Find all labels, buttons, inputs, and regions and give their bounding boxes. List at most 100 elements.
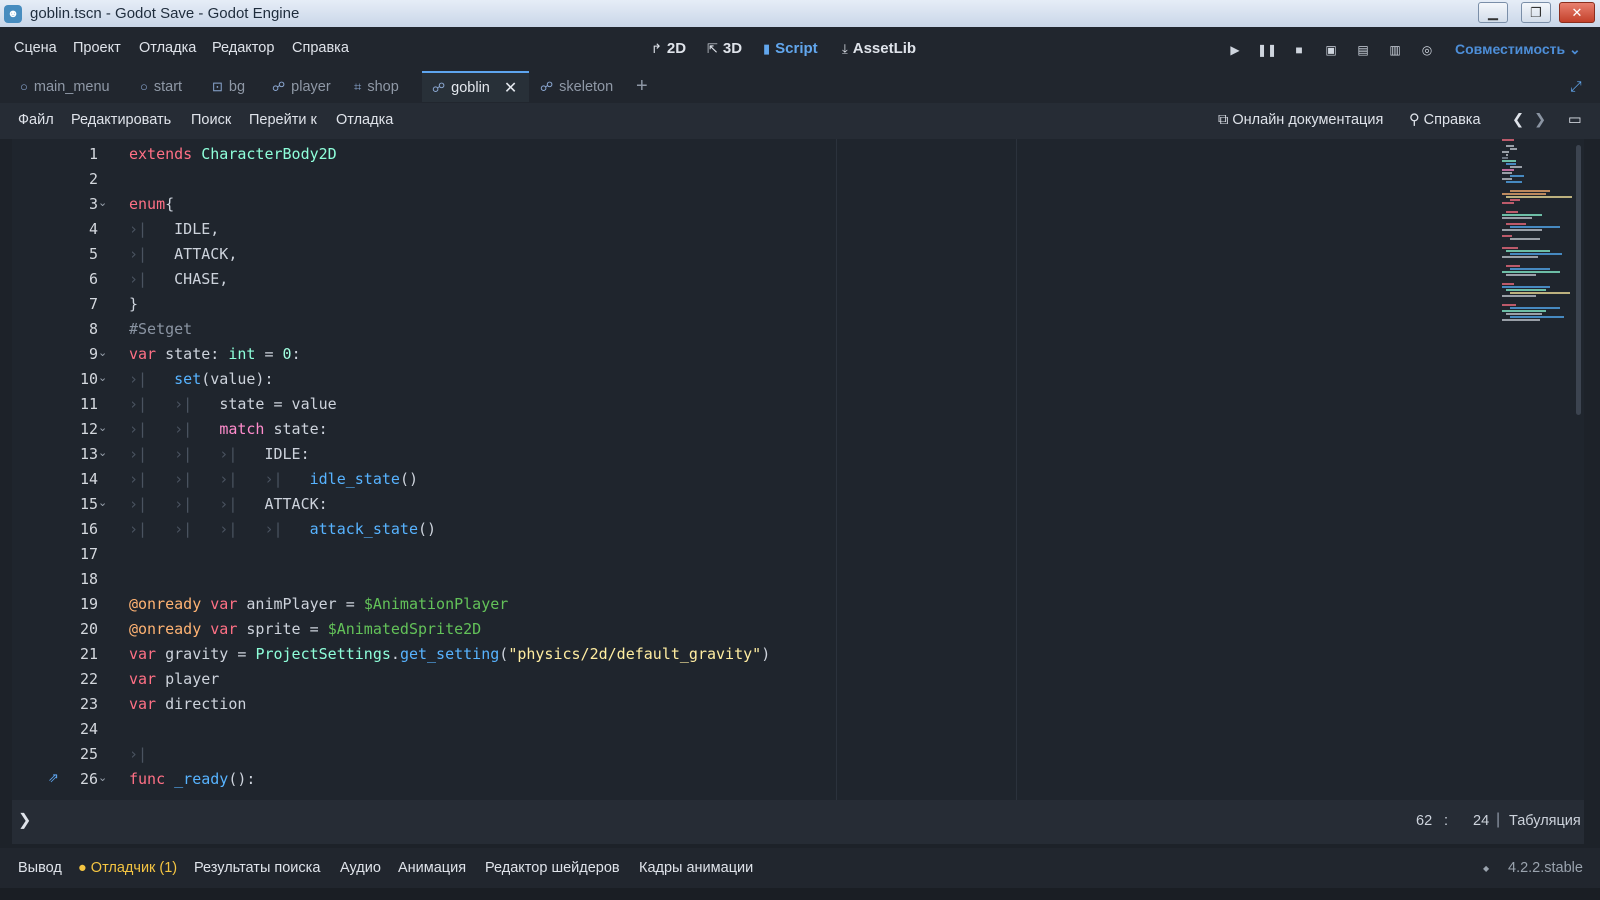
maximize-button[interactable]: ❐ bbox=[1521, 2, 1551, 23]
renderer-selector[interactable]: Совместимость ⌄ bbox=[1455, 41, 1581, 58]
dock-animation[interactable]: Анимация bbox=[398, 860, 466, 876]
make-floating-icon[interactable]: ▭ bbox=[1568, 112, 1582, 128]
dock-search-results[interactable]: Результаты поиска bbox=[194, 860, 320, 876]
code-line-16: ›| ›| ›| ›| attack_state() bbox=[129, 520, 437, 538]
close-window-button[interactable]: ✕ bbox=[1559, 2, 1595, 23]
gutter-line-22: 22 bbox=[12, 667, 122, 692]
online-docs-button[interactable]: ⧉ Онлайн документация bbox=[1218, 112, 1383, 128]
node-circle-icon: ○ bbox=[140, 79, 148, 94]
line-number: 4 bbox=[88, 220, 98, 238]
line-number: 24 bbox=[79, 720, 98, 738]
dock-sprite-frames[interactable]: Кадры анимации bbox=[639, 860, 753, 876]
code-editor[interactable]: 1 2 3 ⌄ 4 5 6 7 8 9 ⌄ 10 ⌄ 11 12 ⌄ 13 ⌄ 14 15 ⌄ 16 17 18 19 20 21 2… bbox=[12, 139, 1584, 800]
tab-goblin[interactable]: ☍ goblin ✕ bbox=[422, 71, 529, 102]
minimap-stroke bbox=[1506, 211, 1518, 213]
script-menu-edit[interactable]: Редактировать bbox=[71, 112, 171, 128]
editor-scrollbar[interactable] bbox=[1576, 145, 1581, 415]
fold-arrow-icon[interactable]: ⌄ bbox=[98, 196, 107, 209]
code-line-14: ›| ›| ›| ›| idle_state() bbox=[129, 470, 418, 488]
gutter-line-18: 18 bbox=[12, 567, 122, 592]
tab-skeleton[interactable]: ☍ skeleton bbox=[540, 71, 613, 102]
gutter-line-16: 16 bbox=[12, 517, 122, 542]
menu-help[interactable]: Справка bbox=[292, 40, 349, 56]
main-menubar: Сцена Проект Отладка Редактор Справка ↱ 2… bbox=[0, 27, 1600, 71]
script-menu-file[interactable]: Файл bbox=[18, 112, 54, 128]
menu-debug[interactable]: Отладка bbox=[139, 40, 196, 56]
minimap-stroke bbox=[1502, 295, 1536, 297]
dock-output[interactable]: Вывод bbox=[18, 860, 62, 876]
minimap-stroke bbox=[1506, 196, 1572, 198]
fold-arrow-icon[interactable]: ⌄ bbox=[98, 496, 107, 509]
tab-player[interactable]: ☍ player bbox=[272, 71, 331, 102]
minimize-button[interactable]: ▁ bbox=[1478, 2, 1508, 23]
menu-editor[interactable]: Редактор bbox=[212, 40, 274, 56]
engine-version: 4.2.2.stable bbox=[1508, 860, 1583, 876]
minimap-stroke bbox=[1506, 154, 1508, 156]
minimap-stroke bbox=[1502, 157, 1508, 159]
fold-arrow-icon[interactable]: ⌄ bbox=[98, 446, 107, 459]
mode-3d-button[interactable]: ⇱ 3D bbox=[707, 40, 742, 57]
minimap-stroke bbox=[1502, 304, 1516, 306]
dock-debugger[interactable]: ● Отладчик (1) bbox=[78, 860, 177, 876]
script-menu-debug[interactable]: Отладка bbox=[336, 112, 393, 128]
play-custom-scene-icon[interactable]: ▥ bbox=[1386, 42, 1404, 58]
line-number: 7 bbox=[88, 295, 98, 313]
script-menu-search[interactable]: Поиск bbox=[191, 112, 231, 128]
fold-arrow-icon[interactable]: ⌄ bbox=[98, 346, 107, 359]
dock-shader-editor[interactable]: Редактор шейдеров bbox=[485, 860, 620, 876]
fold-arrow-icon[interactable]: ⌄ bbox=[98, 371, 107, 384]
minimap-stroke bbox=[1510, 307, 1560, 309]
play-icon[interactable]: ▶ bbox=[1226, 42, 1244, 58]
code-line-8: #Setget bbox=[129, 320, 193, 338]
dock-audio[interactable]: Аудио bbox=[340, 860, 381, 876]
gutter-line-25: 25 bbox=[12, 742, 122, 767]
distraction-free-button[interactable]: ⤢ bbox=[1570, 71, 1582, 102]
mode-script-button[interactable]: ▮ Script bbox=[763, 40, 818, 57]
fold-arrow-icon[interactable]: ⌄ bbox=[98, 421, 107, 434]
indent-mode[interactable]: Табуляция bbox=[1509, 813, 1581, 829]
tab-shop[interactable]: ⌗ shop bbox=[354, 71, 399, 102]
code-line-20: @onready var sprite = $AnimatedSprite2D bbox=[129, 620, 482, 638]
code-line-12: ›| ›| match state: bbox=[129, 420, 328, 438]
menu-scene[interactable]: Сцена bbox=[14, 40, 57, 56]
pause-icon[interactable]: ❚❚ bbox=[1257, 42, 1277, 58]
gutter-line-7: 7 bbox=[12, 292, 122, 317]
stop-icon[interactable]: ■ bbox=[1290, 42, 1308, 58]
add-scene-tab-button[interactable]: + bbox=[636, 71, 648, 102]
code-line-15: ›| ›| ›| ATTACK: bbox=[129, 495, 328, 513]
mode-2d-button[interactable]: ↱ 2D bbox=[651, 40, 686, 57]
node-circle-icon: ○ bbox=[20, 79, 28, 94]
signal-connection-icon[interactable]: ⇗ bbox=[48, 770, 59, 786]
line-number: 21 bbox=[79, 645, 98, 663]
toggle-scripts-panel-icon[interactable]: ❯ bbox=[18, 810, 31, 830]
tab-bg[interactable]: ⊡ bg bbox=[212, 71, 245, 102]
gutter-line-10: 10 ⌄ bbox=[12, 367, 122, 392]
line-number: 20 bbox=[79, 620, 98, 638]
script-menu-goto[interactable]: Перейти к bbox=[249, 112, 317, 128]
code-line-22: var player bbox=[129, 670, 220, 688]
help-button[interactable]: ⚲ Справка bbox=[1409, 112, 1481, 128]
mode-assetlib-button[interactable]: ⤓ AssetLib bbox=[842, 40, 916, 57]
movie-maker-icon[interactable]: ◎ bbox=[1418, 42, 1436, 58]
history-forward-button[interactable]: ❯ bbox=[1534, 112, 1546, 128]
code-minimap[interactable] bbox=[1502, 139, 1572, 339]
menu-project[interactable]: Проект bbox=[73, 40, 121, 56]
minimap-stroke bbox=[1506, 181, 1522, 183]
tab-main-menu[interactable]: ○ main_menu bbox=[20, 71, 110, 102]
minimap-stroke bbox=[1510, 199, 1520, 201]
line-number: 26 bbox=[79, 770, 98, 788]
remote-debug-icon[interactable]: ▣ bbox=[1322, 42, 1340, 58]
gutter-line-11: 11 bbox=[12, 392, 122, 417]
line-number: 10 bbox=[79, 370, 98, 388]
minimap-stroke bbox=[1506, 145, 1514, 147]
status-divider: | bbox=[1496, 811, 1501, 828]
play-scene-icon[interactable]: ▤ bbox=[1354, 42, 1372, 58]
gutter-line-3: 3 ⌄ bbox=[12, 192, 122, 217]
history-back-button[interactable]: ❮ bbox=[1512, 112, 1524, 128]
minimap-stroke bbox=[1502, 139, 1514, 141]
fold-arrow-icon[interactable]: ⌄ bbox=[98, 771, 107, 784]
tab-start[interactable]: ○ start bbox=[140, 71, 182, 102]
close-tab-icon[interactable]: ✕ bbox=[504, 78, 517, 98]
minimap-stroke bbox=[1510, 268, 1550, 270]
script-icon: ▮ bbox=[763, 40, 771, 56]
